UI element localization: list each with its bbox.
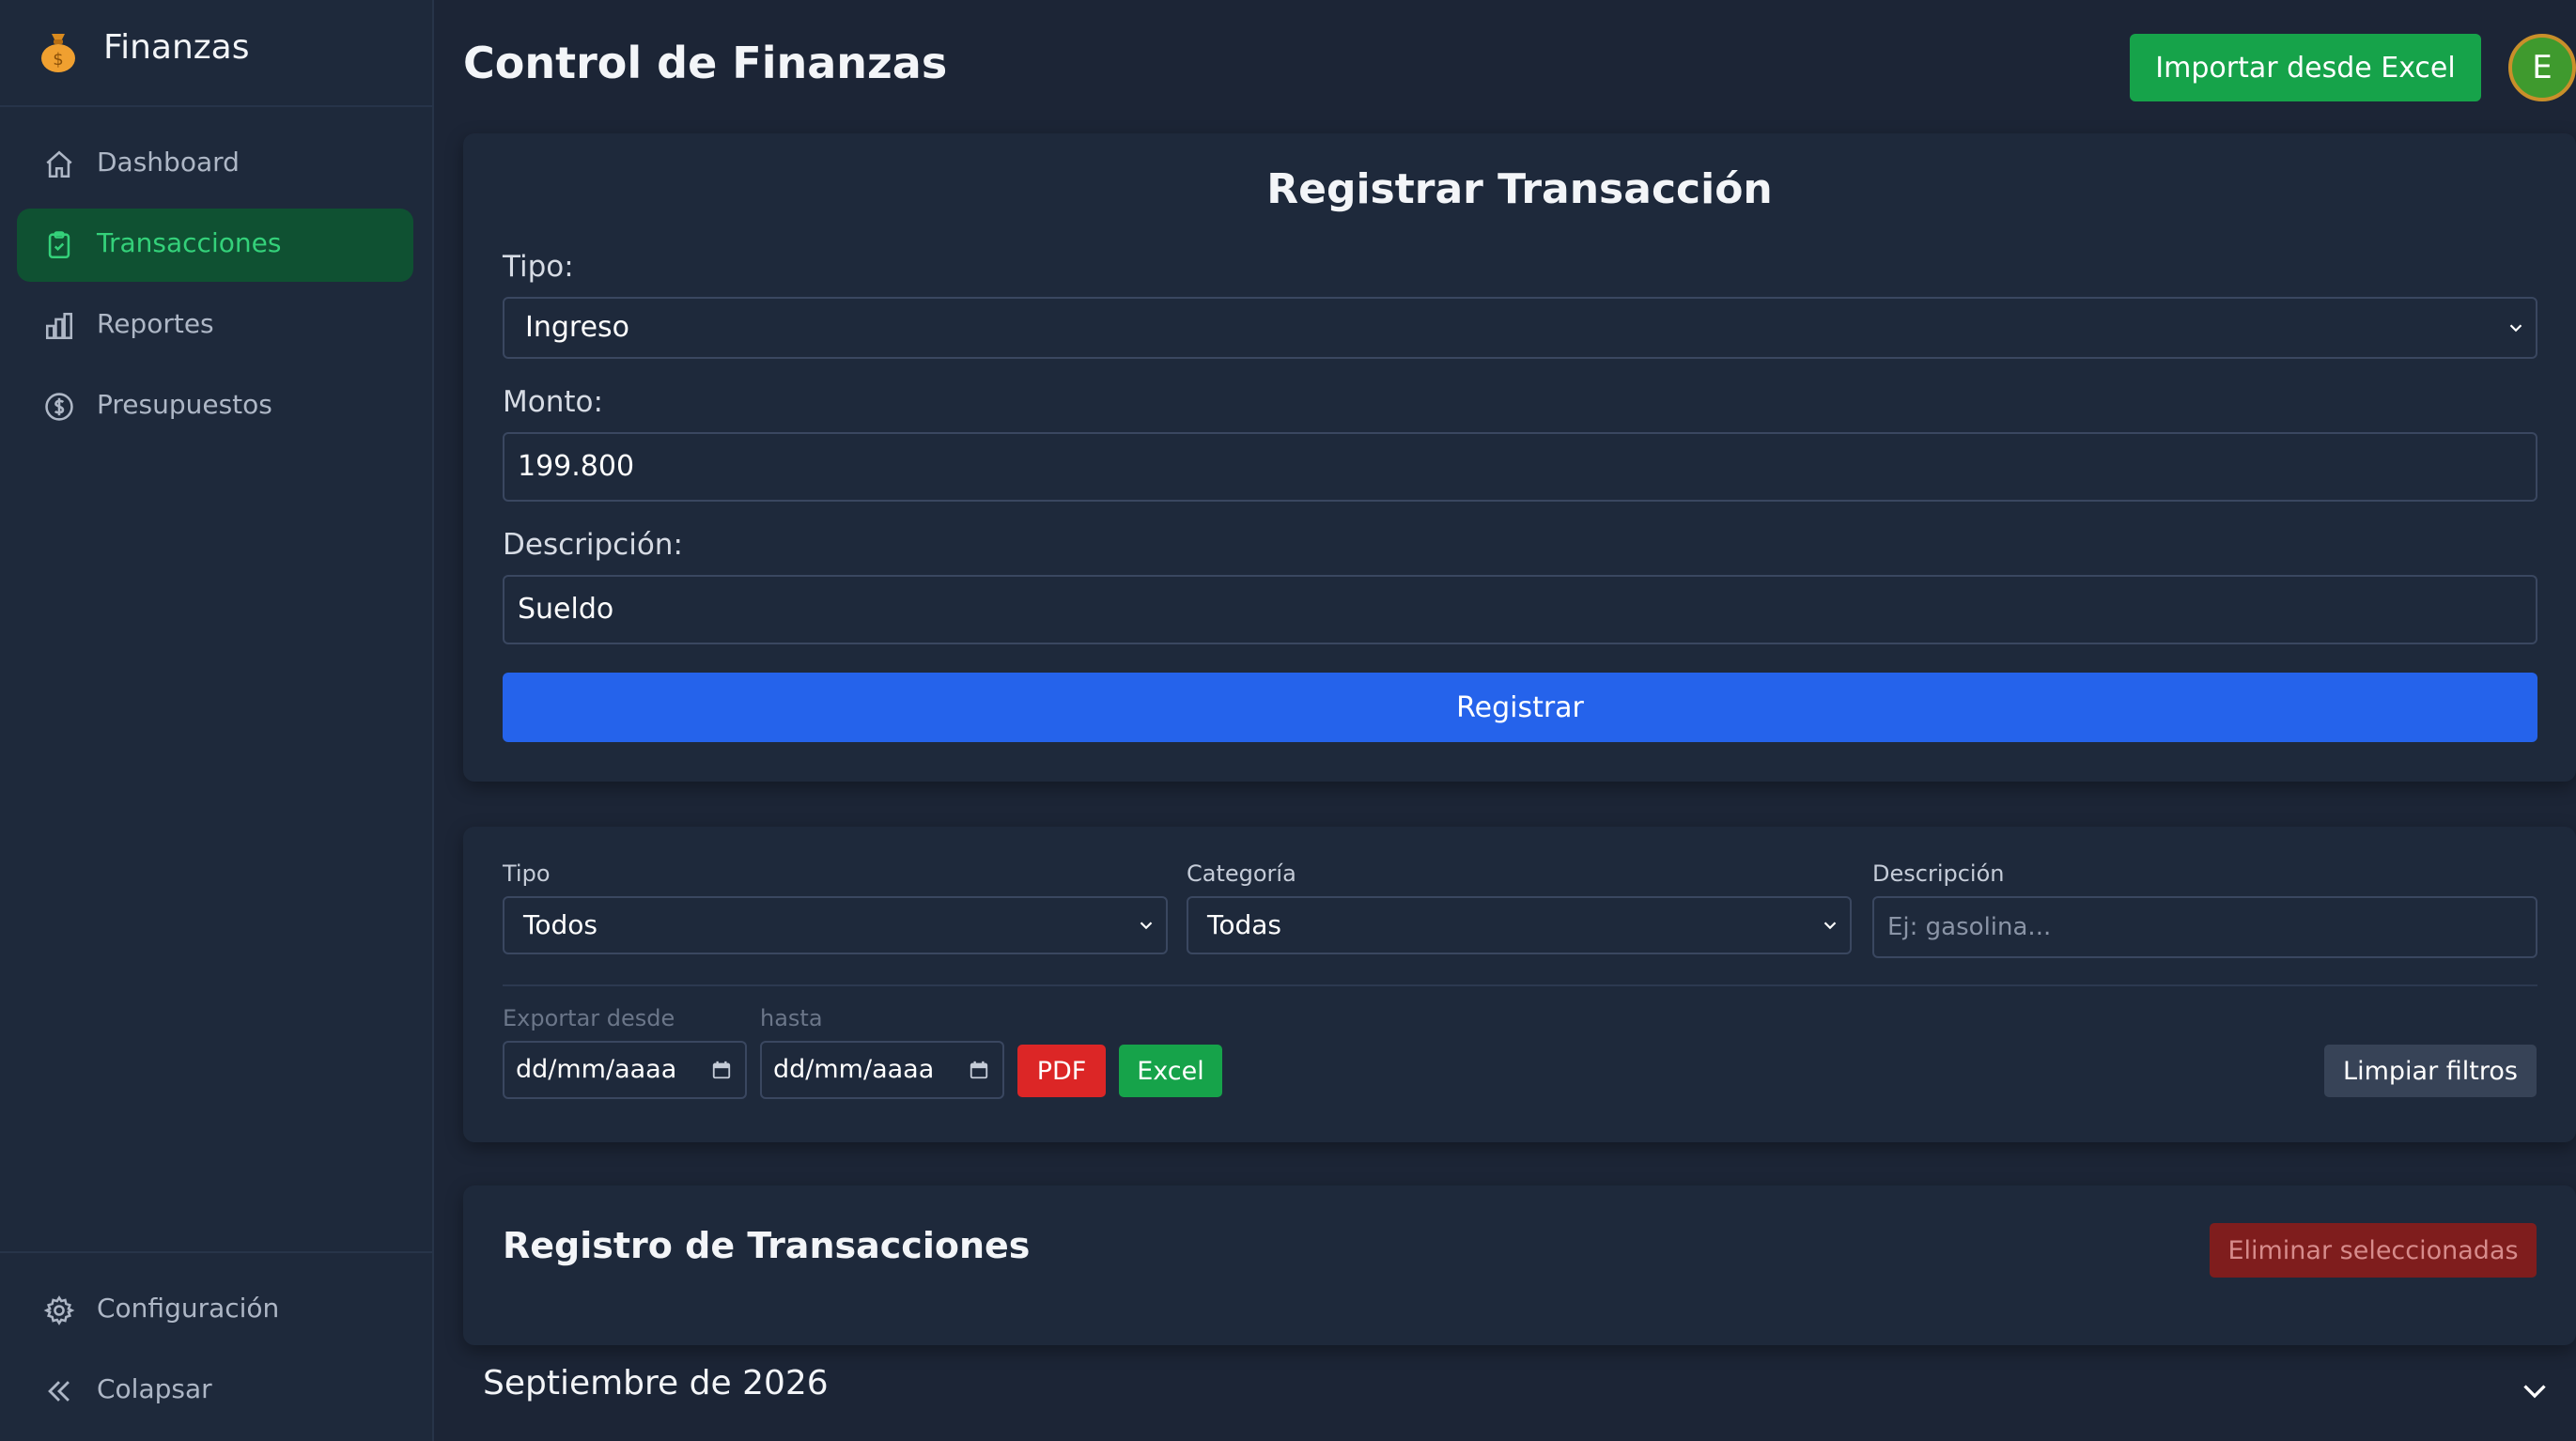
form-title: Registrar Transacción: [1266, 165, 1773, 213]
chevron-down-icon: [1823, 922, 1837, 930]
home-icon: [46, 150, 72, 178]
chevron-down-icon: [2509, 324, 2522, 333]
page-title: Control de Finanzas: [463, 38, 948, 88]
date-placeholder: dd/mm/aaaa: [516, 1055, 677, 1084]
sidebar-item-dashboard[interactable]: Dashboard: [17, 128, 413, 201]
dollar-circle-icon: [45, 393, 73, 421]
export-to-date-input[interactable]: dd/mm/aaaa: [760, 1041, 1004, 1099]
filter-categoria-value: Todas: [1207, 909, 1281, 940]
filter-tipo-value: Todos: [523, 909, 597, 940]
svg-text:$: $: [53, 50, 63, 70]
chevron-down-icon: [1140, 922, 1153, 930]
app-root: $ Finanzas Dashboard Transacciones Repor…: [0, 0, 2576, 1441]
double-chevron-left-icon: [48, 1381, 70, 1402]
clear-filters-button[interactable]: Limpiar filtros: [2324, 1045, 2537, 1097]
avatar[interactable]: E: [2508, 34, 2576, 101]
money-bag-icon: $: [41, 34, 75, 72]
tipo-select-value: Ingreso: [525, 311, 630, 344]
sidebar-item-label: Reportes: [97, 308, 214, 339]
transactions-list-card: Registro de Transacciones Eliminar selec…: [463, 1185, 2576, 1345]
import-excel-button[interactable]: Importar desde Excel: [2130, 34, 2481, 101]
month-label: Septiembre de 2026: [483, 1364, 829, 1402]
filter-tipo-label: Tipo: [503, 860, 551, 887]
brand-name: Finanzas: [103, 28, 250, 67]
filter-tipo-select[interactable]: Todos: [503, 896, 1168, 954]
sidebar-bottom: Configuración Colapsar: [0, 1251, 434, 1404]
sidebar-item-reportes[interactable]: Reportes: [17, 289, 413, 363]
filter-descripcion-label: Descripción: [1872, 860, 2005, 887]
sidebar-item-label: Dashboard: [97, 147, 240, 178]
filters-divider: [503, 984, 2537, 986]
calendar-icon: [970, 1061, 988, 1079]
export-from-label: Exportar desde: [503, 1005, 675, 1031]
date-placeholder: dd/mm/aaaa: [773, 1055, 935, 1084]
filter-descripcion-input[interactable]: Ej: gasolina...: [1872, 896, 2537, 958]
register-transaction-card: Registrar Transacción Tipo: Ingreso Mont…: [463, 133, 2576, 782]
tipo-label: Tipo:: [503, 250, 574, 284]
sidebar-item-label: Presupuestos: [97, 389, 272, 420]
calendar-icon: [712, 1061, 731, 1079]
sidebar-item-presupuestos[interactable]: Presupuestos: [17, 370, 413, 443]
register-button[interactable]: Registrar: [503, 673, 2537, 742]
brand: $ Finanzas: [0, 0, 434, 107]
sidebar-item-label: Transacciones: [97, 227, 282, 258]
sidebar: $ Finanzas Dashboard Transacciones Repor…: [0, 0, 434, 1441]
gear-icon: [43, 1295, 75, 1325]
sidebar-item-colapsar[interactable]: Colapsar: [17, 1355, 413, 1428]
sidebar-item-configuracion[interactable]: Configuración: [17, 1274, 413, 1347]
sidebar-item-label: Configuración: [97, 1293, 280, 1324]
export-to-label: hasta: [760, 1005, 823, 1031]
delete-selected-button[interactable]: Eliminar seleccionadas: [2210, 1223, 2537, 1278]
monto-input[interactable]: 199.800: [503, 432, 2537, 502]
descripcion-input[interactable]: Sueldo: [503, 575, 2537, 644]
sidebar-item-transacciones[interactable]: Transacciones: [17, 209, 413, 282]
filters-card: Tipo Todos Categoría Todas Descripción E…: [463, 827, 2576, 1142]
monto-label: Monto:: [503, 385, 603, 419]
list-title: Registro de Transacciones: [503, 1225, 1031, 1266]
filter-categoria-select[interactable]: Todas: [1187, 896, 1852, 954]
export-pdf-button[interactable]: PDF: [1017, 1045, 1106, 1097]
filter-categoria-label: Categoría: [1187, 860, 1296, 887]
export-excel-button[interactable]: Excel: [1119, 1045, 1222, 1097]
descripcion-label: Descripción:: [503, 528, 683, 562]
export-from-date-input[interactable]: dd/mm/aaaa: [503, 1041, 747, 1099]
sidebar-item-label: Colapsar: [97, 1373, 212, 1404]
bar-chart-icon: [45, 312, 73, 340]
tipo-select[interactable]: Ingreso: [503, 297, 2537, 359]
clipboard-icon: [48, 231, 70, 259]
chevron-down-icon: [2523, 1385, 2546, 1399]
month-group-header[interactable]: Septiembre de 2026: [483, 1364, 2576, 1420]
